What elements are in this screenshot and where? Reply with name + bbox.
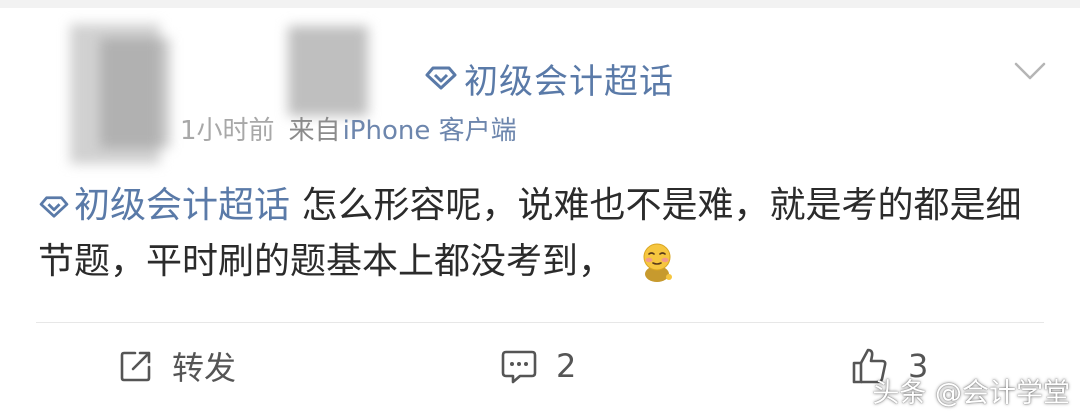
topic-tag-link[interactable]: 初级会计超话 <box>38 185 290 226</box>
super-topic-name: 初级会计超话 <box>464 61 674 102</box>
repost-label: 转发 <box>172 349 237 387</box>
blurred-user-info <box>40 18 440 178</box>
repost-button[interactable]: 转发 <box>118 346 237 387</box>
comment-count: 2 <box>556 347 577 385</box>
chevron-down-icon[interactable] <box>1012 56 1048 86</box>
divider <box>36 322 1044 323</box>
shy-face-emoji-icon <box>640 241 674 300</box>
diamond-icon <box>39 196 69 218</box>
super-topic-header-link[interactable]: 初级会计超话 <box>424 56 674 102</box>
source-device: iPhone 客户端 <box>342 115 517 146</box>
watermark: 头条 @会计学堂 <box>872 378 1070 409</box>
topic-tag-label: 初级会计超话 <box>74 185 291 226</box>
post-text: 初级会计超话 怎么形容呢，说难也不是难，就是考的都是细节题，平时刷的题基本上都没… <box>38 178 1048 300</box>
diamond-icon <box>425 66 457 90</box>
comment-button[interactable]: 2 <box>500 346 576 386</box>
top-strip <box>0 0 1080 8</box>
share-icon <box>120 351 151 382</box>
post-time: 1小时前 <box>180 115 275 146</box>
source-prefix: 来自 <box>288 115 341 146</box>
comment-icon <box>501 350 537 384</box>
post-meta: 1小时前 来自 iPhone 客户端 <box>180 110 517 146</box>
